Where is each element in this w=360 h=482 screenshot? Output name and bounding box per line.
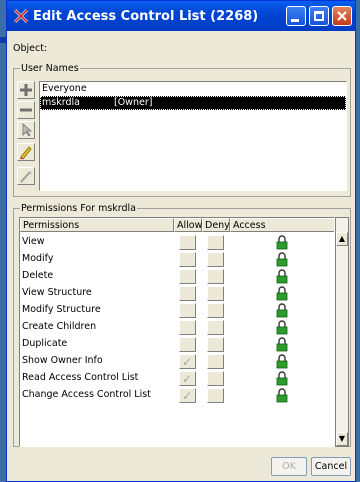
lock-icon [276, 235, 288, 250]
lock-icon [276, 252, 288, 267]
wand-button[interactable] [17, 167, 35, 185]
permission-row[interactable]: Show Owner Info ✓ [20, 353, 334, 370]
checkmark-icon: ✓ [182, 389, 193, 403]
permission-name: View [22, 236, 45, 247]
permission-row[interactable]: Delete [20, 268, 334, 285]
permissions-body: Permissions Allow Deny Access View Modify… [15, 207, 353, 451]
edit-user-button[interactable] [17, 143, 35, 161]
close-icon [337, 11, 347, 21]
col-allow-header[interactable]: Allow [174, 218, 202, 232]
deny-checkbox[interactable] [207, 337, 224, 352]
ok-button[interactable]: OK [271, 457, 307, 476]
col-access-header[interactable]: Access [230, 218, 334, 232]
deny-checkbox[interactable] [207, 320, 224, 335]
permission-name: Change Access Control List [22, 389, 151, 400]
col-permissions-header[interactable]: Permissions [20, 218, 174, 232]
allow-checkbox[interactable] [179, 286, 196, 301]
deny-checkbox[interactable] [207, 371, 224, 386]
lock-icon [276, 320, 288, 335]
allow-checkbox[interactable] [179, 252, 196, 267]
edit-pencil-icon [20, 146, 32, 160]
user-name: mskrdla [42, 97, 80, 108]
lock-icon [276, 286, 288, 301]
acl-dialog: Edit Access Control List (2268) Object: … [6, 0, 356, 482]
deny-checkbox[interactable] [207, 269, 224, 284]
add-icon [20, 84, 32, 96]
permission-row[interactable]: Create Children [20, 319, 334, 336]
cancel-button[interactable]: Cancel [311, 457, 351, 476]
select-user-button[interactable] [17, 121, 35, 139]
maximize-icon [314, 11, 324, 21]
permissions-scrollbar[interactable]: ▲ ▼ [335, 217, 349, 447]
allow-checkbox[interactable]: ✓ [179, 388, 196, 403]
user-row-everyone[interactable]: Everyone [40, 82, 346, 96]
permission-name: Modify [22, 253, 54, 264]
cursor-icon [22, 123, 33, 137]
lock-icon [276, 269, 288, 284]
permission-name: View Structure [22, 287, 92, 298]
add-user-button[interactable] [17, 81, 35, 99]
deny-checkbox[interactable] [207, 235, 224, 250]
owner-tag: [Owner] [114, 97, 153, 108]
permission-row[interactable]: Duplicate [20, 336, 334, 353]
deny-checkbox[interactable] [207, 303, 224, 318]
app-icon [13, 8, 29, 24]
object-label: Object: [13, 43, 48, 54]
deny-checkbox[interactable] [207, 388, 224, 403]
allow-checkbox[interactable] [179, 269, 196, 284]
allow-checkbox[interactable] [179, 235, 196, 250]
lock-icon [276, 371, 288, 386]
lock-icon [276, 303, 288, 318]
minimize-button[interactable] [286, 6, 306, 26]
permission-name: Show Owner Info [22, 355, 103, 366]
scroll-down-button[interactable]: ▼ [336, 432, 348, 446]
col-deny-header[interactable]: Deny [202, 218, 230, 232]
allow-checkbox[interactable]: ✓ [179, 371, 196, 386]
wand-icon [20, 170, 33, 183]
deny-checkbox[interactable] [207, 252, 224, 267]
remove-icon [20, 108, 32, 112]
allow-checkbox[interactable]: ✓ [179, 354, 196, 369]
permission-name: Delete [22, 270, 54, 281]
maximize-button[interactable] [309, 6, 329, 26]
user-names-body: Everyone mskrdla [Owner] [15, 71, 353, 195]
deny-checkbox[interactable] [207, 354, 224, 369]
lock-icon [276, 388, 288, 403]
permissions-table: Permissions Allow Deny Access View Modify… [19, 217, 335, 447]
close-button[interactable] [332, 6, 352, 26]
allow-checkbox[interactable] [179, 320, 196, 335]
remove-user-button[interactable] [17, 101, 35, 119]
deny-checkbox[interactable] [207, 286, 224, 301]
permission-row[interactable]: View Structure [20, 285, 334, 302]
permission-row[interactable]: Modify Structure [20, 302, 334, 319]
permission-row[interactable]: View [20, 234, 334, 251]
checkmark-icon: ✓ [182, 372, 193, 386]
permission-row[interactable]: Modify [20, 251, 334, 268]
window-title: Edit Access Control List (2268) [33, 8, 259, 24]
user-list[interactable]: Everyone mskrdla [Owner] [39, 81, 347, 191]
permission-name: Duplicate [22, 338, 68, 349]
allow-checkbox[interactable] [179, 337, 196, 352]
lock-icon [276, 354, 288, 369]
permission-row[interactable]: Change Access Control List ✓ [20, 387, 334, 404]
checkmark-icon: ✓ [182, 355, 193, 369]
user-name: Everyone [42, 83, 87, 94]
title-bar[interactable]: Edit Access Control List (2268) [7, 1, 355, 31]
permission-name: Modify Structure [22, 304, 101, 315]
allow-checkbox[interactable] [179, 303, 196, 318]
scroll-up-button[interactable]: ▲ [336, 232, 348, 246]
permission-name: Create Children [22, 321, 97, 332]
permission-name: Read Access Control List [22, 372, 139, 383]
user-row-mskrdla[interactable]: mskrdla [Owner] [40, 96, 346, 110]
lock-icon [276, 337, 288, 352]
permission-row[interactable]: Read Access Control List ✓ [20, 370, 334, 387]
minimize-icon [291, 19, 299, 22]
